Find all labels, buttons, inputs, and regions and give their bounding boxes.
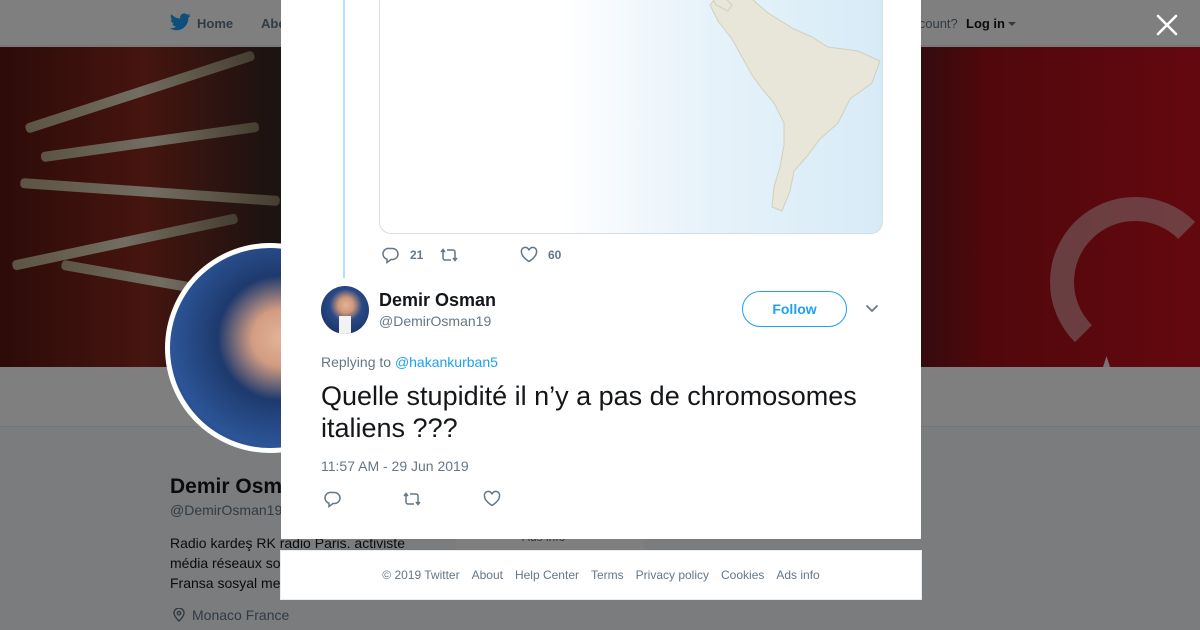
close-icon[interactable] (1154, 12, 1180, 38)
reply-icon (382, 247, 399, 264)
footer-link-cookies[interactable]: Cookies (721, 568, 764, 582)
reply-count: 21 (410, 248, 424, 262)
like-icon (520, 246, 538, 263)
author-handle[interactable]: @DemirOsman19 (379, 313, 491, 329)
footer-copyright: © 2019 Twitter (382, 568, 460, 582)
footer-link-help-center[interactable]: Help Center (515, 568, 579, 582)
map-image-card[interactable] (379, 0, 883, 234)
footer-link-terms[interactable]: Terms (591, 568, 624, 582)
like-action[interactable]: 60 (520, 246, 561, 264)
like-icon (483, 490, 501, 507)
chevron-down-icon[interactable] (865, 303, 879, 315)
tweet-timestamp[interactable]: 11:57 AM - 29 Jun 2019 (321, 458, 469, 474)
retweet-icon (403, 492, 421, 506)
modal-footer: © 2019 Twitter About Help Center Terms P… (280, 550, 922, 600)
retweet-icon (440, 248, 458, 262)
like-count: 60 (548, 248, 562, 262)
thread-line (343, 0, 345, 278)
follow-button[interactable]: Follow (742, 291, 847, 327)
replying-prefix: Replying to (321, 354, 392, 370)
author-name[interactable]: Demir Osman (379, 290, 496, 311)
reply-icon (324, 491, 341, 508)
replying-mention-link[interactable]: @hakankurban5 (395, 354, 498, 370)
author-avatar[interactable] (321, 286, 369, 334)
tweet-modal: 21 60 Demir Osman @DemirOsman19 Follow R… (281, 0, 921, 539)
reply-action[interactable]: 21 (382, 246, 423, 264)
retweet-action[interactable] (403, 490, 421, 508)
tweet-text: Quelle stupidité il n’y a pas de chromos… (321, 381, 857, 443)
like-action[interactable] (483, 490, 501, 508)
footer-link-about[interactable]: About (472, 568, 503, 582)
replying-to: Replying to @hakankurban5 (321, 354, 498, 370)
retweet-action[interactable] (440, 246, 458, 264)
footer-link-ads-info[interactable]: Ads info (776, 568, 819, 582)
footer-link-privacy-policy[interactable]: Privacy policy (636, 568, 709, 582)
map-image (709, 0, 881, 212)
reply-action[interactable] (324, 490, 342, 508)
